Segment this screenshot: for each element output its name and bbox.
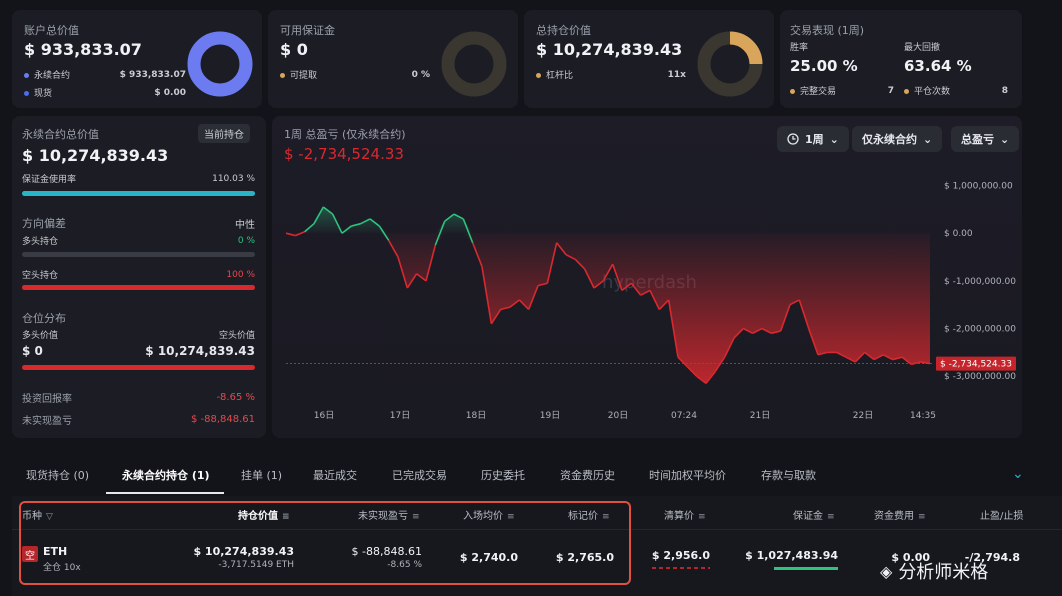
author-watermark: ◈ 分析师米格 xyxy=(880,561,989,584)
long-position-bar xyxy=(22,252,255,257)
x-tick-label: 19日 xyxy=(540,410,560,421)
available-margin-title: 可用保证金 xyxy=(280,24,335,37)
performance-title: 交易表现 (1周) xyxy=(790,24,865,37)
performance-card: 交易表现 (1周) 胜率 25.00 % 最大回撤 63.64 % 完整交易 7 … xyxy=(780,10,1022,108)
x-tick-label: 16日 xyxy=(314,410,334,421)
active-tab-underline xyxy=(106,492,224,494)
total-holdings-title: 总持仓价值 xyxy=(536,24,591,37)
pnl-chart: hyperdash$ 1,000,000.00$ 0.00$ -1,000,00… xyxy=(285,182,1016,421)
th-funding[interactable]: 资金费用 ≡ xyxy=(874,507,926,522)
profit-area xyxy=(286,206,930,234)
tab-4[interactable]: 已完成交易 xyxy=(392,467,447,483)
roi-value: -8.65 % xyxy=(216,392,255,403)
sort-icon: ≡ xyxy=(918,512,926,522)
tab-0[interactable]: 现货持仓 (0) xyxy=(26,467,89,483)
perp-summary-panel: 永续合约总价值 当前持仓 $ 10,274,839.43 保证金使用率 110.0… xyxy=(12,116,266,438)
margin-value: $ 1,027,483.94 xyxy=(745,549,838,562)
th-margin[interactable]: 保证金 ≡ xyxy=(793,507,835,522)
tab-1[interactable]: 永续合约持仓 (1) xyxy=(122,467,210,483)
long-value: $ 0 xyxy=(22,344,43,358)
x-tick-label: 20日 xyxy=(608,410,628,421)
total-holdings-card: 总持仓价值 $ 10,274,839.43 杠杆比 11x xyxy=(524,10,774,108)
y-tick-label: $ -1,000,000.00 xyxy=(944,277,1016,287)
available-margin-value: $ 0 xyxy=(280,40,308,59)
account-donut xyxy=(187,31,253,97)
x-tick-label: 07:24 xyxy=(671,411,697,421)
win-rate: 25.00 % xyxy=(790,57,858,75)
short-position-bar xyxy=(22,285,255,290)
account-value-card: 账户总价值 $ 933,833.07 永续合约 $ 933,833.07 现货 $ … xyxy=(12,10,262,108)
tab-8[interactable]: 存款与取款 xyxy=(761,467,816,483)
y-tick-label: $ 0.00 xyxy=(944,229,973,239)
tab-3[interactable]: 最近成交 xyxy=(313,467,357,483)
th-tp-sl[interactable]: 止盈/止损 xyxy=(980,507,1023,522)
current-value-label: $ -2,734,524.33 xyxy=(940,360,1012,370)
y-tick-label: $ 1,000,000.00 xyxy=(944,182,1013,192)
x-tick-label: 21日 xyxy=(750,410,770,421)
tab-7[interactable]: 时间加权平均价 xyxy=(649,467,726,483)
sort-icon: ≡ xyxy=(827,512,835,522)
current-position-badge[interactable]: 当前持仓 xyxy=(198,124,250,143)
unrealized-pnl-value: $ -88,848.61 xyxy=(190,414,255,425)
tab-5[interactable]: 历史委托 xyxy=(481,467,525,483)
x-tick-label: 22日 xyxy=(853,410,873,421)
x-tick-label: 18日 xyxy=(466,410,486,421)
account-value-title: 账户总价值 xyxy=(24,24,79,37)
diamond-logo-icon: ◈ xyxy=(880,561,893,581)
tab-6[interactable]: 资金费历史 xyxy=(560,467,615,483)
collapse-chevron-icon[interactable]: ⌄ xyxy=(1012,466,1024,482)
y-tick-label: $ -3,000,000.00 xyxy=(944,372,1016,382)
distribution-bar xyxy=(22,365,255,370)
short-value: $ 10,274,839.43 xyxy=(145,344,255,358)
sort-icon: ≡ xyxy=(698,512,706,522)
y-tick-label: $ -2,000,000.00 xyxy=(944,325,1016,335)
th-liquidation-price[interactable]: 清算价 ≡ xyxy=(664,507,706,522)
account-value: $ 933,833.07 xyxy=(24,40,142,59)
total-holdings-value: $ 10,274,839.43 xyxy=(536,40,683,59)
bias-value: 中性 xyxy=(235,220,255,231)
loss-area xyxy=(286,233,930,384)
perp-total-value: $ 10,274,839.43 xyxy=(22,146,169,165)
liquidation-price: $ 2,956.0 xyxy=(651,549,710,562)
perp-title: 永续合约总价值 xyxy=(22,128,99,141)
tab-2[interactable]: 挂单 (1) xyxy=(241,467,282,483)
x-tick-label: 14:35 xyxy=(910,411,936,421)
x-tick-label: 17日 xyxy=(390,410,410,421)
highlight-box xyxy=(19,501,631,585)
margin-usage-bar xyxy=(22,191,255,196)
available-margin-card: 可用保证金 $ 0 可提取 0 % xyxy=(268,10,518,108)
margin-donut xyxy=(441,31,507,97)
max-drawdown: 63.64 % xyxy=(904,57,972,75)
leverage-donut xyxy=(697,31,763,97)
